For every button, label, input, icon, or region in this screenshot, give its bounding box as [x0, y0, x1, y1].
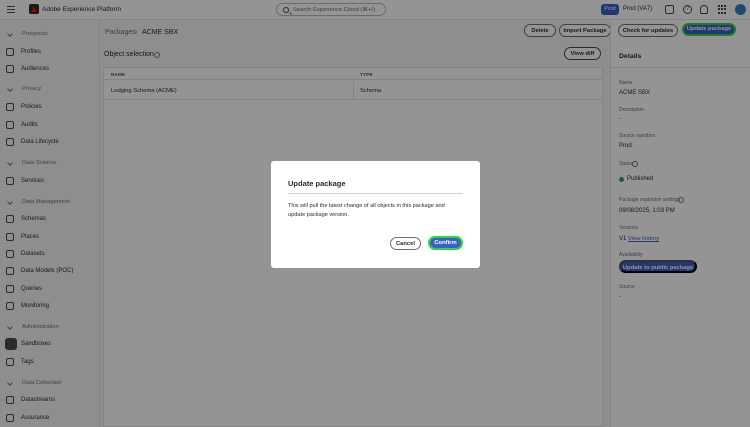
update-package-dialog: Update package This will pull the latest… [271, 161, 480, 268]
dialog-divider [288, 193, 463, 194]
confirm-button[interactable]: Confirm [428, 236, 463, 250]
dialog-title: Update package [288, 179, 346, 188]
cancel-button[interactable]: Cancel [390, 237, 421, 250]
dialog-body: This will pull the latest change of all … [288, 203, 445, 218]
